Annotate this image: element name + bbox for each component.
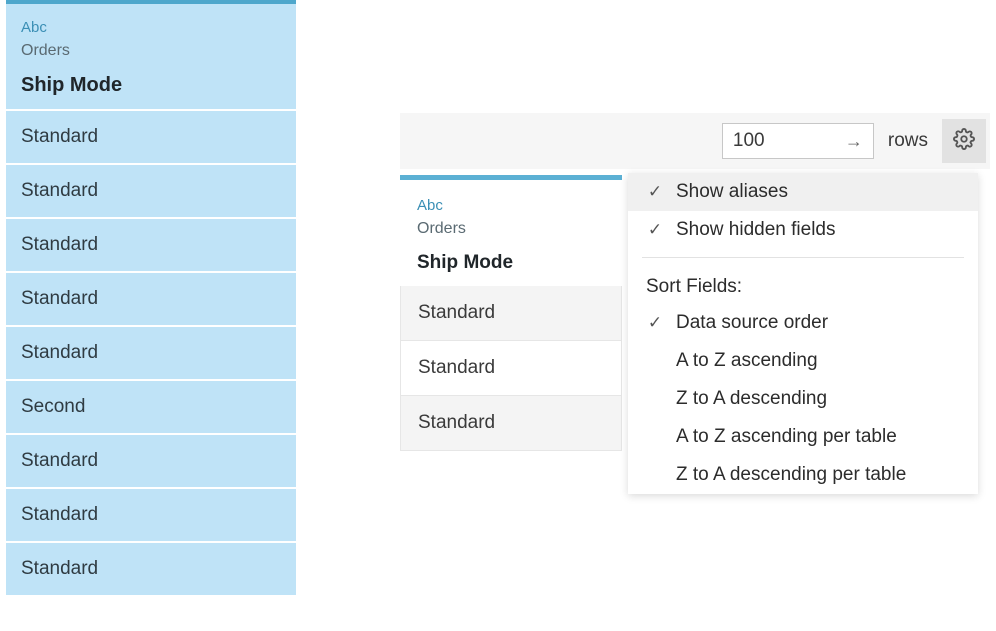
menu-item-label: Show hidden fields	[676, 219, 836, 241]
table-row[interactable]: Standard	[6, 487, 296, 541]
table-row[interactable]: Standard	[400, 396, 622, 451]
control-bar: 100 → rows	[400, 113, 990, 169]
sort-option-za-desc-per-table[interactable]: Z to A descending per table	[628, 456, 978, 494]
menu-item-label: Data source order	[676, 312, 828, 334]
gear-icon	[953, 128, 975, 155]
check-icon: ✓	[646, 182, 664, 202]
menu-item-label: Z to A descending per table	[676, 464, 906, 486]
menu-item-label: Show aliases	[676, 181, 788, 203]
settings-button[interactable]	[942, 119, 986, 163]
table-row[interactable]: Standard	[6, 217, 296, 271]
menu-item-label: A to Z ascending per table	[676, 426, 897, 448]
table-row[interactable]: Standard	[6, 541, 296, 595]
sort-fields-title: Sort Fields:	[628, 266, 978, 304]
sort-option-az-asc[interactable]: A to Z ascending	[628, 342, 978, 380]
rows-input-value: 100	[733, 130, 765, 152]
sort-option-za-desc[interactable]: Z to A descending	[628, 380, 978, 418]
table-row[interactable]: Standard	[6, 325, 296, 379]
sort-option-data-source-order[interactable]: ✓ Data source order	[628, 304, 978, 342]
arrow-right-icon: →	[845, 131, 863, 152]
table-row[interactable]: Standard	[6, 109, 296, 163]
source-label: Orders	[417, 220, 605, 238]
table-row[interactable]: Standard	[400, 341, 622, 396]
check-icon: ✓	[646, 313, 664, 333]
rows-label: rows	[888, 130, 928, 152]
table-row[interactable]: Standard	[400, 286, 622, 341]
settings-popover: ✓ Show aliases ✓ Show hidden fields Sort…	[628, 173, 978, 494]
sort-options-list: ✓ Data source order A to Z ascending Z t…	[628, 304, 978, 494]
rows-input[interactable]: 100 →	[722, 123, 874, 159]
right-panel: 100 → rows Abc Orders Ship Mode Standard…	[400, 113, 990, 451]
type-label: Abc	[21, 19, 281, 36]
table-row[interactable]: Standard	[6, 163, 296, 217]
check-icon: ✓	[646, 220, 664, 240]
menu-item-label: A to Z ascending	[676, 350, 818, 372]
table-row[interactable]: Second	[6, 379, 296, 433]
table-row[interactable]: Standard	[6, 433, 296, 487]
sort-option-az-asc-per-table[interactable]: A to Z ascending per table	[628, 418, 978, 456]
divider	[642, 257, 964, 258]
menu-item-label: Z to A descending	[676, 388, 827, 410]
menu-item-show-hidden-fields[interactable]: ✓ Show hidden fields	[628, 211, 978, 249]
menu-item-show-aliases[interactable]: ✓ Show aliases	[628, 173, 978, 211]
field-name: Ship Mode	[417, 252, 605, 274]
left-column: Abc Orders Ship Mode Standard Standard S…	[6, 0, 296, 595]
left-column-header[interactable]: Abc Orders Ship Mode	[6, 4, 296, 109]
type-label: Abc	[417, 197, 605, 214]
right-column-header[interactable]: Abc Orders Ship Mode	[400, 180, 622, 286]
table-row[interactable]: Standard	[6, 271, 296, 325]
source-label: Orders	[21, 42, 281, 60]
field-name: Ship Mode	[21, 74, 281, 97]
right-column: Abc Orders Ship Mode Standard Standard S…	[400, 175, 622, 451]
